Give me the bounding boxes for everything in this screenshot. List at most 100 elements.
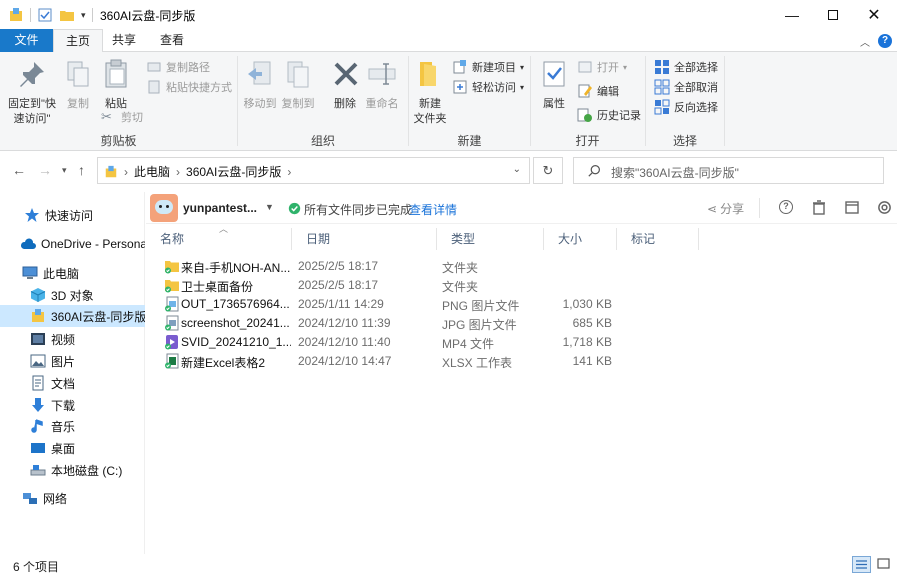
invert-selection-button[interactable]: 反向选择 — [654, 98, 718, 116]
rename-button[interactable]: 重命名 — [364, 58, 400, 112]
forward-arrow-icon[interactable]: → — [38, 162, 52, 178]
move-to-button[interactable]: 移动到 — [243, 58, 277, 112]
copy-to-button[interactable]: 复制到 — [281, 58, 315, 112]
properties-button[interactable]: 属性 — [537, 58, 571, 112]
folder-icon — [165, 261, 179, 274]
avatar[interactable] — [150, 194, 178, 222]
new-item-button[interactable]: 新建项目 ▾ — [452, 58, 524, 76]
properties-icon[interactable] — [37, 7, 53, 23]
nav-item-documents[interactable]: 文档 — [0, 372, 145, 394]
column-header-type[interactable]: 类型 — [437, 228, 544, 250]
back-arrow-icon[interactable]: ← — [12, 162, 26, 178]
details-view-button[interactable] — [852, 556, 871, 573]
nav-item-music[interactable]: 音乐 — [0, 415, 145, 437]
cut-button[interactable]: ✂ 剪切 — [101, 108, 143, 126]
breadcrumb-separator-icon: › — [287, 164, 292, 179]
breadcrumb-this-pc[interactable]: 此电脑 — [134, 163, 170, 180]
column-header-size[interactable]: 大小 — [544, 228, 617, 250]
copy-button[interactable]: 复制 — [62, 58, 94, 112]
refresh-button[interactable]: ↻ — [533, 157, 563, 184]
drive-icon — [30, 465, 46, 476]
select-none-button[interactable]: 全部取消 — [654, 78, 718, 96]
tab-view[interactable]: 查看 — [148, 29, 196, 52]
recent-locations-icon[interactable]: ▾ — [62, 165, 67, 176]
new-folder-icon[interactable] — [59, 7, 75, 23]
file-row[interactable]: 卫士桌面备份 2025/2/5 18:17 文件夹 — [146, 276, 897, 295]
copy-path-icon — [147, 62, 161, 72]
address-bar[interactable]: › 此电脑 › 360AI云盘-同步版 › ⌄ — [97, 157, 530, 184]
group-label-clipboard: 剪贴板 — [100, 134, 137, 148]
help-circle-icon[interactable]: ? — [779, 200, 793, 214]
file-row[interactable]: SVID_20241210_1... 2024/12/10 11:40 MP4 … — [146, 333, 897, 352]
invert-selection-label: 反向选择 — [674, 102, 718, 114]
tab-share[interactable]: 共享 — [100, 29, 148, 52]
nav-item-label: OneDrive - Persona — [41, 237, 145, 251]
file-name: 新建Excel表格2 — [181, 356, 266, 370]
tab-home[interactable]: 主页 — [53, 29, 104, 53]
close-button[interactable]: ✕ — [851, 0, 897, 30]
copy-path-button[interactable]: 复制路径 — [146, 58, 210, 76]
easy-access-button[interactable]: 轻松访问 ▾ — [452, 78, 524, 96]
select-all-button[interactable]: 全部选择 — [654, 58, 718, 76]
new-item-label: 新建项目 — [472, 62, 516, 74]
file-row[interactable]: 新建Excel表格2 2024/12/10 14:47 XLSX 工作表 141… — [146, 352, 897, 371]
address-history-icon[interactable]: ⌄ — [513, 164, 521, 175]
help-icon[interactable]: ? — [878, 34, 892, 48]
sync-drive-icon — [105, 165, 117, 177]
nav-item-downloads[interactable]: 下载 — [0, 394, 145, 416]
maximize-button[interactable] — [810, 0, 856, 30]
paste-shortcut-button[interactable]: 粘贴快捷方式 — [146, 78, 232, 96]
nav-item-network[interactable]: 网络 — [0, 487, 145, 509]
trash-icon[interactable] — [812, 200, 826, 215]
tab-file[interactable]: 文件 — [0, 29, 53, 52]
nav-item-pictures[interactable]: 图片 — [0, 350, 145, 372]
file-row[interactable]: OUT_1736576964... 2025/1/11 14:29 PNG 图片… — [146, 295, 897, 314]
search-box[interactable]: 搜索"360AI云盘-同步版" — [573, 157, 884, 184]
column-header-date[interactable]: 日期 — [292, 228, 437, 250]
delete-button[interactable]: 删除 — [330, 58, 360, 112]
nav-item-desktop[interactable]: 桌面 — [0, 437, 145, 459]
cloud-sync-bar: yunpantest... ▼ 所有文件同步已完成 查看详情 ⋖ 分享 ? — [146, 192, 897, 224]
collapse-ribbon-icon[interactable]: ︿ — [860, 34, 870, 49]
close-icon: ✕ — [867, 7, 881, 24]
pin-quick-access-button[interactable]: 固定到"快 速访问" — [6, 58, 58, 127]
minimize-button[interactable]: — — [769, 0, 815, 30]
nav-item-onedrive[interactable]: OneDrive - Persona — [0, 233, 145, 255]
new-folder-button[interactable]: 新建 文件夹 — [412, 58, 448, 127]
nav-item-videos[interactable]: 视频 — [0, 328, 145, 350]
search-input[interactable]: 搜索"360AI云盘-同步版" — [611, 164, 739, 181]
history-button[interactable]: 历史记录 — [577, 106, 641, 124]
nav-item-local-disk[interactable]: 本地磁盘 (C:) — [0, 459, 145, 481]
open-button[interactable]: 打开 ▾ — [577, 58, 627, 76]
move-to-icon — [248, 61, 271, 85]
nav-item-sync-drive[interactable]: 360AI云盘-同步版 — [0, 305, 145, 327]
file-row[interactable]: 来自-手机NOH-AN... 2025/2/5 18:17 文件夹 — [146, 257, 897, 276]
breadcrumb-sync-folder[interactable]: 360AI云盘-同步版 — [186, 163, 281, 180]
nav-item-label: 下载 — [51, 398, 76, 413]
cloud-username[interactable]: yunpantest... — [183, 201, 257, 215]
picture-icon — [30, 354, 46, 368]
edit-button[interactable]: 编辑 — [577, 82, 619, 100]
column-header-name[interactable]: 名称 — [146, 228, 292, 250]
toolbar-divider — [759, 198, 760, 218]
chevron-down-icon[interactable]: ▼ — [265, 202, 274, 212]
copy-path-label: 复制路径 — [166, 62, 210, 74]
share-button[interactable]: ⋖ 分享 — [707, 200, 744, 217]
png-file-icon — [165, 296, 179, 312]
file-row[interactable]: screenshot_20241... 2024/12/10 11:39 JPG… — [146, 314, 897, 333]
large-icons-view-button[interactable] — [875, 556, 894, 573]
settings-gear-icon[interactable] — [877, 200, 892, 215]
nav-item-label: 桌面 — [51, 441, 76, 456]
up-arrow-icon[interactable]: ↑ — [78, 162, 85, 178]
nav-item-3d-objects[interactable]: 3D 对象 — [0, 284, 145, 306]
customize-qa-icon[interactable]: ▾ — [81, 10, 86, 21]
paste-button[interactable]: 粘贴 — [99, 58, 133, 112]
nav-item-quick-access[interactable]: 快速访问 — [0, 204, 145, 226]
file-size: 1,718 KB — [562, 335, 612, 349]
column-header-tags[interactable]: 标记 — [617, 228, 699, 250]
window-icon[interactable] — [845, 201, 859, 214]
view-details-link[interactable]: 查看详情 — [409, 201, 457, 218]
nav-item-this-pc[interactable]: 此电脑 — [0, 262, 145, 284]
nav-item-label: 本地磁盘 (C:) — [51, 463, 123, 478]
sync-status-text: 所有文件同步已完成 — [304, 203, 413, 217]
